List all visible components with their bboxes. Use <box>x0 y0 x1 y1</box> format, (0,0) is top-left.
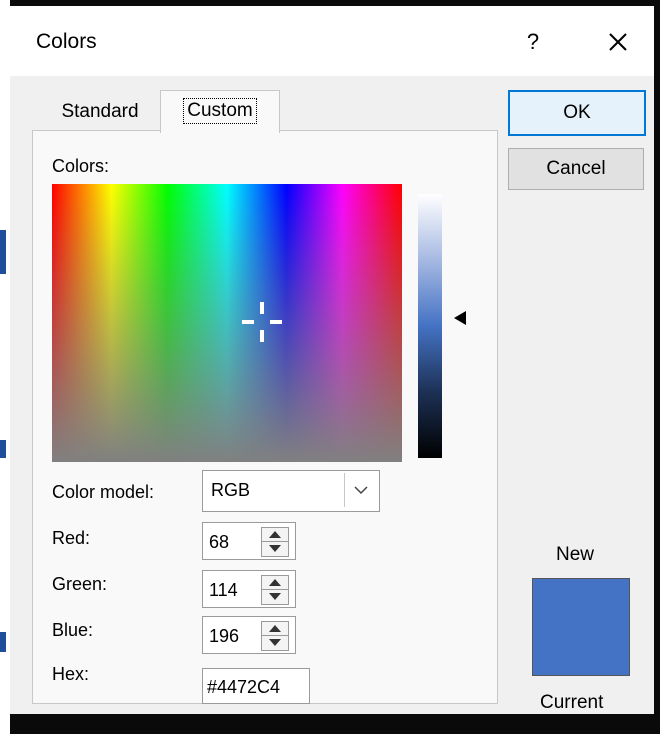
luminance-slider[interactable] <box>418 194 442 458</box>
green-value[interactable]: 114 <box>209 580 238 601</box>
color-spectrum[interactable] <box>52 184 402 462</box>
background-accent <box>0 632 6 652</box>
blue-value[interactable]: 196 <box>209 626 239 647</box>
blue-label: Blue: <box>52 620 94 640</box>
red-label: Red: <box>52 528 91 548</box>
spin-divider <box>262 541 288 542</box>
color-model-select[interactable]: RGB <box>202 470 380 512</box>
spin-divider <box>262 635 288 636</box>
new-label: New <box>556 544 595 565</box>
green-spin-buttons[interactable] <box>261 575 289 605</box>
spin-up-icon[interactable] <box>269 625 281 632</box>
tab-custom-label: Custom <box>183 98 257 124</box>
spin-divider <box>262 589 288 590</box>
close-icon <box>609 33 627 51</box>
red-spin-buttons[interactable] <box>261 527 289 557</box>
hex-value[interactable]: #4472C4 <box>207 677 280 698</box>
red-value[interactable]: 68 <box>209 532 229 553</box>
current-label: Current <box>540 692 604 713</box>
luminance-arrow-icon[interactable] <box>454 311 466 325</box>
crosshair-icon[interactable] <box>242 302 282 342</box>
cancel-button[interactable]: Cancel <box>508 148 644 190</box>
close-button[interactable] <box>600 24 636 60</box>
spin-down-icon[interactable] <box>269 639 281 646</box>
blue-stepper[interactable]: 196 <box>202 616 296 654</box>
color-preview-swatch <box>532 578 630 676</box>
colors-label: Colors: <box>52 156 110 176</box>
background-window <box>0 0 10 734</box>
color-model-dropdown-button[interactable] <box>344 473 377 507</box>
colors-dialog: Colors ? Standard Custom Colors: Color m… <box>10 6 654 714</box>
green-stepper[interactable]: 114 <box>202 570 296 608</box>
help-button[interactable]: ? <box>518 24 548 60</box>
ok-button[interactable]: OK <box>508 90 646 136</box>
background-accent <box>0 440 6 458</box>
color-model-value: RGB <box>211 480 251 500</box>
spin-down-icon[interactable] <box>269 593 281 600</box>
title-bar: Colors ? <box>10 6 654 76</box>
dialog-title: Colors <box>36 30 97 53</box>
spin-up-icon[interactable] <box>269 579 281 586</box>
spin-up-icon[interactable] <box>269 531 281 538</box>
spin-down-icon[interactable] <box>269 545 281 552</box>
green-label: Green: <box>52 574 108 594</box>
red-stepper[interactable]: 68 <box>202 522 296 560</box>
color-model-label: Color model: <box>52 482 155 502</box>
background-accent <box>0 230 6 274</box>
tab-standard[interactable]: Standard <box>40 94 160 130</box>
chevron-down-icon <box>354 486 368 495</box>
blue-spin-buttons[interactable] <box>261 621 289 651</box>
hex-input[interactable]: #4472C4 <box>202 668 310 704</box>
hex-label: Hex: <box>52 664 90 684</box>
tab-custom[interactable]: Custom <box>160 90 280 133</box>
